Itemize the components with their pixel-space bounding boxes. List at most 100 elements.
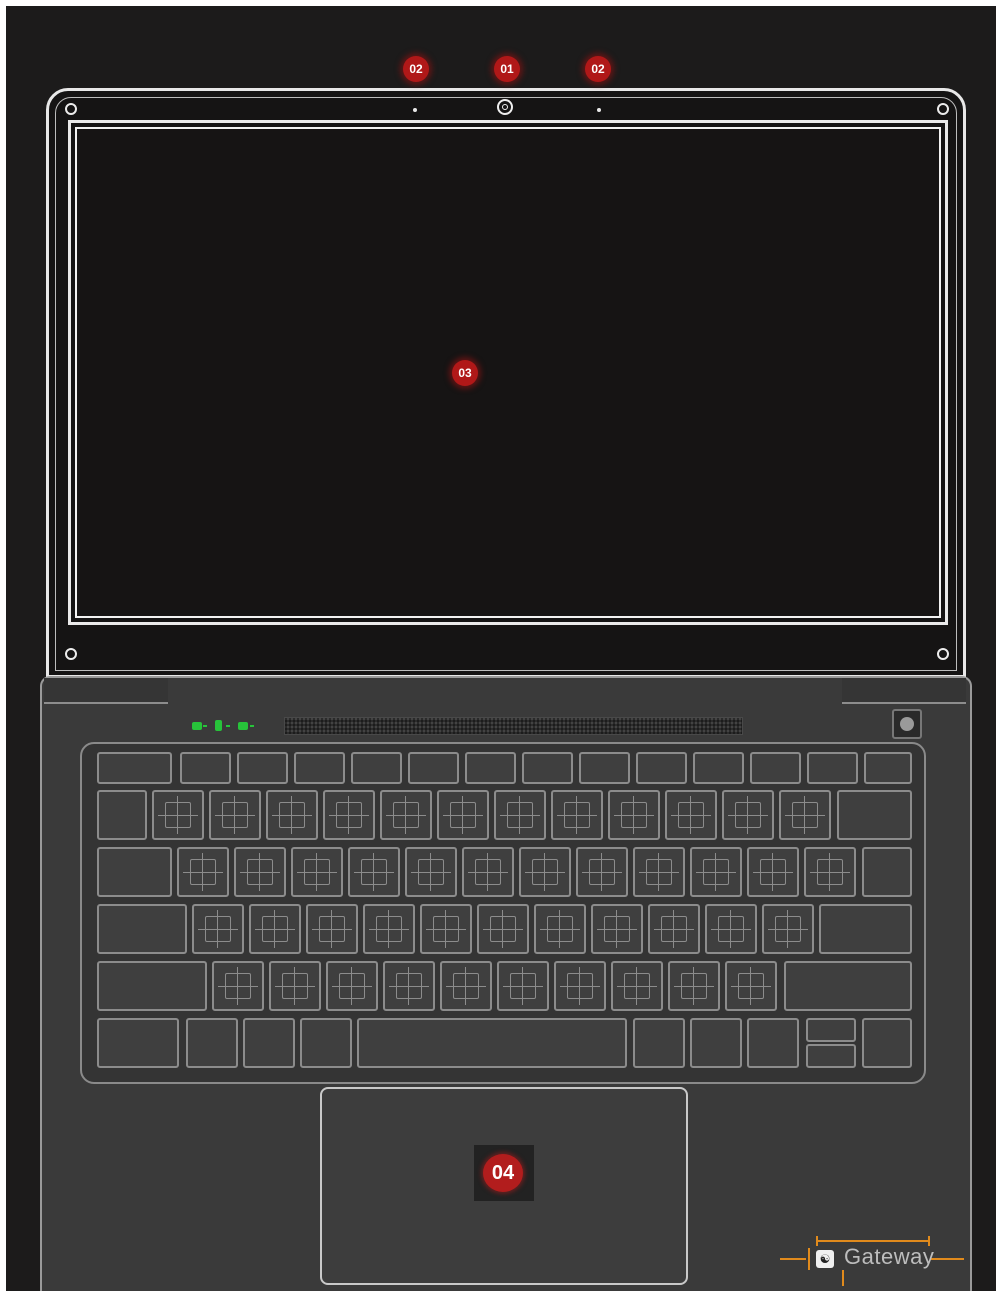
keyboard-key[interactable] xyxy=(357,1018,627,1068)
key-glyph xyxy=(489,916,517,942)
keyboard-key[interactable] xyxy=(633,847,685,897)
power-icon[interactable] xyxy=(892,709,922,739)
key-glyph xyxy=(563,802,591,828)
keyboard-key[interactable] xyxy=(294,752,345,784)
keyboard-key[interactable] xyxy=(97,961,207,1011)
keyboard-key[interactable] xyxy=(363,904,415,954)
keyboard-key[interactable] xyxy=(177,847,229,897)
key-glyph xyxy=(281,973,309,999)
screw-icon xyxy=(65,103,77,115)
keyboard-key[interactable] xyxy=(437,790,489,840)
key-glyph xyxy=(474,859,502,885)
keyboard-key[interactable] xyxy=(576,847,628,897)
key-glyph xyxy=(677,802,705,828)
dimension-line xyxy=(816,1236,818,1246)
keyboard-key[interactable] xyxy=(705,904,757,954)
keyboard-key[interactable] xyxy=(234,847,286,897)
keyboard-key[interactable] xyxy=(611,961,663,1011)
keyboard-key[interactable] xyxy=(648,904,700,954)
keyboard-key[interactable] xyxy=(351,752,402,784)
keyboard-key[interactable] xyxy=(97,904,187,954)
callout-touchpad-box: 04 xyxy=(474,1145,534,1201)
keyboard-key[interactable] xyxy=(690,1018,742,1068)
keyboard-key[interactable] xyxy=(806,1018,856,1042)
keyboard-key[interactable] xyxy=(462,847,514,897)
key-glyph xyxy=(221,802,249,828)
hdd-status-icon xyxy=(238,722,248,730)
keyboard-key[interactable] xyxy=(837,790,912,840)
keyboard-key[interactable] xyxy=(348,847,400,897)
keyboard-key[interactable] xyxy=(579,752,630,784)
key-glyph xyxy=(318,916,346,942)
keyboard-key[interactable] xyxy=(784,961,912,1011)
keyboard-key[interactable] xyxy=(747,1018,799,1068)
keyboard-key[interactable] xyxy=(420,904,472,954)
keyboard-key[interactable] xyxy=(806,1044,856,1068)
keyboard-key[interactable] xyxy=(522,752,573,784)
keyboard-key[interactable] xyxy=(725,961,777,1011)
keyboard-key[interactable] xyxy=(519,847,571,897)
keyboard-key[interactable] xyxy=(326,961,378,1011)
keyboard-key[interactable] xyxy=(192,904,244,954)
keyboard-key[interactable] xyxy=(722,790,774,840)
keyboard-key[interactable] xyxy=(762,904,814,954)
keyboard-key[interactable] xyxy=(807,752,858,784)
keyboard-key[interactable] xyxy=(380,790,432,840)
keyboard-key[interactable] xyxy=(408,752,459,784)
keyboard-key[interactable] xyxy=(693,752,744,784)
keyboard-key[interactable] xyxy=(465,752,516,784)
keyboard-key[interactable] xyxy=(300,1018,352,1068)
dimension-line xyxy=(780,1258,806,1260)
keyboard-key[interactable] xyxy=(97,847,172,897)
keyboard-key[interactable] xyxy=(323,790,375,840)
keyboard-key[interactable] xyxy=(209,790,261,840)
keyboard-key[interactable] xyxy=(804,847,856,897)
keyboard-key[interactable] xyxy=(306,904,358,954)
key-glyph xyxy=(566,973,594,999)
keyboard-key[interactable] xyxy=(237,752,288,784)
keyboard-key[interactable] xyxy=(819,904,912,954)
keyboard-key[interactable] xyxy=(497,961,549,1011)
keyboard-key[interactable] xyxy=(405,847,457,897)
keyboard-key[interactable] xyxy=(864,752,912,784)
keyboard-key[interactable] xyxy=(494,790,546,840)
keyboard-key[interactable] xyxy=(212,961,264,1011)
keyboard-key[interactable] xyxy=(633,1018,685,1068)
callout-touchpad: 04 xyxy=(483,1154,523,1192)
keyboard-key[interactable] xyxy=(266,790,318,840)
keyboard-key[interactable] xyxy=(186,1018,238,1068)
keyboard-key[interactable] xyxy=(97,1018,179,1068)
key-glyph xyxy=(734,802,762,828)
keyboard-key[interactable] xyxy=(97,752,172,784)
keyboard-key[interactable] xyxy=(249,904,301,954)
keyboard-key[interactable] xyxy=(477,904,529,954)
keyboard-key[interactable] xyxy=(862,1018,912,1068)
keyboard-key[interactable] xyxy=(534,904,586,954)
keyboard-key[interactable] xyxy=(862,847,912,897)
key-glyph xyxy=(392,802,420,828)
keyboard-key[interactable] xyxy=(747,847,799,897)
keyboard-key[interactable] xyxy=(97,790,147,840)
keyboard-key[interactable] xyxy=(779,790,831,840)
display-panel xyxy=(75,127,941,618)
keyboard-key[interactable] xyxy=(591,904,643,954)
status-arrow xyxy=(203,725,207,727)
keyboard-key[interactable] xyxy=(551,790,603,840)
key-glyph xyxy=(737,973,765,999)
key-glyph xyxy=(702,859,730,885)
keyboard-key[interactable] xyxy=(668,961,720,1011)
keyboard-key[interactable] xyxy=(291,847,343,897)
keyboard-key[interactable] xyxy=(608,790,660,840)
keyboard-key[interactable] xyxy=(636,752,687,784)
keyboard-key[interactable] xyxy=(554,961,606,1011)
keyboard-key[interactable] xyxy=(269,961,321,1011)
keyboard-key[interactable] xyxy=(383,961,435,1011)
keyboard-key[interactable] xyxy=(750,752,801,784)
keyboard-key[interactable] xyxy=(152,790,204,840)
key-glyph xyxy=(816,859,844,885)
keyboard-key[interactable] xyxy=(690,847,742,897)
keyboard-key[interactable] xyxy=(665,790,717,840)
keyboard-key[interactable] xyxy=(440,961,492,1011)
keyboard-key[interactable] xyxy=(180,752,231,784)
keyboard-key[interactable] xyxy=(243,1018,295,1068)
